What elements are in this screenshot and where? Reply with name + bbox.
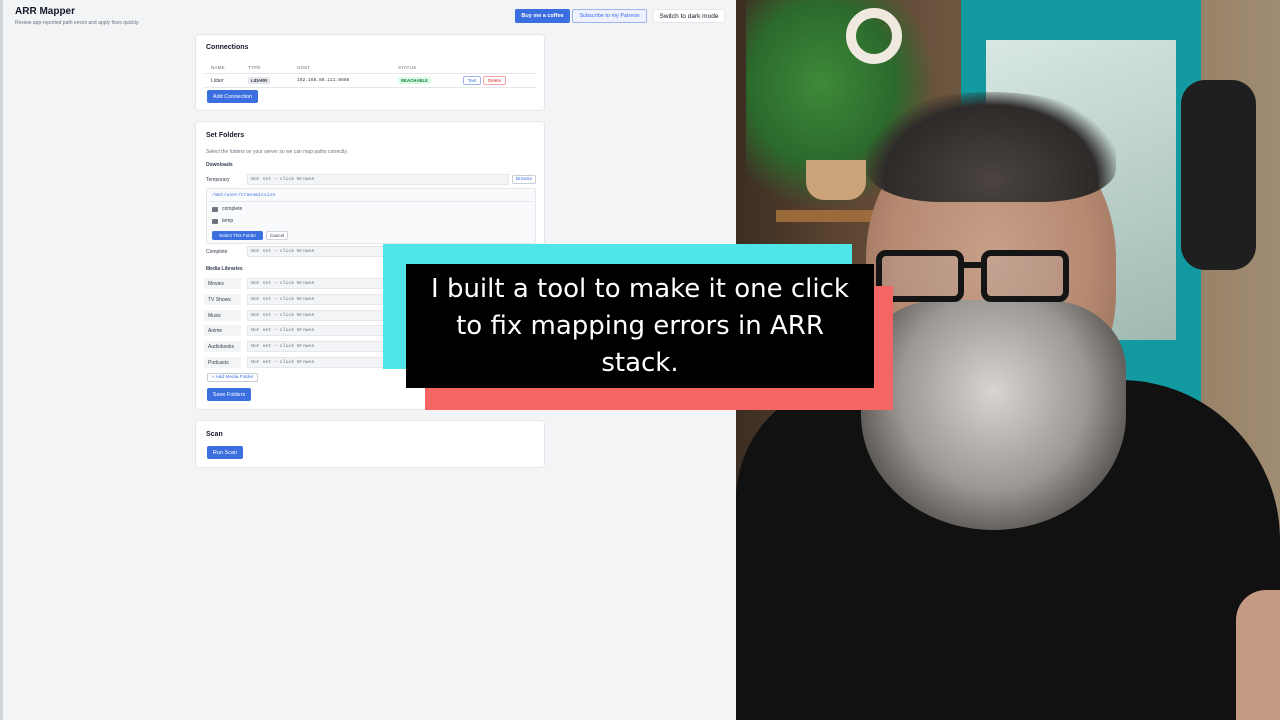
scan-title: Scan: [206, 431, 223, 438]
folder-browser: /mnt/user/transmission complete temp Sel…: [206, 188, 536, 244]
app-subtitle: Review app-reported path errors and appl…: [15, 20, 140, 26]
app-header: ARR Mapper Review app-reported path erro…: [3, 0, 736, 32]
connection-host: 192.168.88.111:8686: [297, 78, 350, 83]
library-label-tv-shows: TV Shows: [204, 294, 241, 305]
connections-title: Connections: [206, 44, 249, 51]
folder-browser-path: /mnt/user/transmission: [212, 193, 276, 198]
column-host: HOST: [297, 65, 311, 70]
library-label-podcasts: Podcasts: [204, 357, 241, 368]
status-badge: REACHABLE: [398, 77, 431, 84]
plant-pot: [806, 160, 866, 200]
run-scan-button[interactable]: Run Scan: [207, 446, 243, 459]
test-button[interactable]: Test: [463, 76, 481, 85]
add-connection-button[interactable]: Add Connection: [207, 90, 258, 103]
scan-card: Scan Run Scan: [195, 420, 545, 468]
delete-button[interactable]: Delete: [483, 76, 506, 85]
folders-title: Set Folders: [206, 132, 245, 139]
connection-name: Lidarr: [211, 78, 224, 84]
temporary-path-field[interactable]: Not set — click Browse: [247, 174, 509, 185]
buy-coffee-button[interactable]: Buy me a coffee: [515, 9, 570, 23]
folder-item-label: temp: [222, 218, 234, 224]
select-folder-button[interactable]: Select This Folder: [212, 231, 263, 240]
wreath: [846, 8, 902, 64]
folder-item-temp[interactable]: temp: [212, 218, 233, 224]
complete-label: Complete: [206, 249, 228, 255]
column-name: NAME: [211, 65, 225, 70]
libraries-heading: Media Libraries: [206, 266, 243, 272]
person-hair: [866, 92, 1116, 202]
connection-type-badge: LIDARR: [248, 77, 271, 84]
person-beard: [861, 300, 1126, 530]
temporary-label: Temporary: [206, 177, 230, 183]
divider: [204, 87, 536, 88]
divider: [204, 73, 536, 74]
divider: [209, 201, 533, 202]
cancel-button[interactable]: Cancel: [266, 231, 288, 240]
caption-line-2: to fix mapping errors in ARR stack.: [456, 310, 824, 378]
column-status: STATUS: [398, 65, 417, 70]
downloads-heading: Downloads: [206, 162, 233, 168]
caption-box: I built a tool to make it one click to f…: [406, 264, 874, 388]
save-folders-button[interactable]: Save Folders: [207, 388, 251, 401]
app-title: ARR Mapper: [15, 6, 76, 17]
dark-mode-button[interactable]: Switch to dark mode: [653, 9, 725, 23]
folder-icon: [212, 218, 218, 224]
folder-icon: [212, 206, 218, 212]
library-label-movies: Movies: [204, 278, 241, 289]
column-type: TYPE: [248, 65, 261, 70]
caption-line-1: I built a tool to make it one click: [431, 273, 849, 304]
add-media-folder-button[interactable]: + Add Media Folder: [207, 373, 258, 382]
folders-description: Select the folders on your server so we …: [206, 149, 348, 155]
glasses-bridge: [962, 262, 983, 268]
browse-button[interactable]: Browse: [512, 175, 536, 184]
library-label-music: Music: [204, 310, 241, 321]
patreon-button[interactable]: Subscribe to my Patreon: [572, 9, 647, 23]
caption-text: I built a tool to make it one click to f…: [420, 271, 860, 382]
person-hand: [1236, 590, 1280, 720]
folder-item-complete[interactable]: complete: [212, 206, 242, 212]
glasses-right-lens: [981, 250, 1069, 302]
folder-item-label: complete: [222, 206, 243, 212]
microphone: [1181, 80, 1256, 270]
connections-card: Connections NAME TYPE HOST STATUS Lidarr…: [195, 34, 545, 111]
library-label-audiobooks: Audiobooks: [204, 341, 241, 352]
library-label-anime: Anime: [204, 325, 241, 336]
